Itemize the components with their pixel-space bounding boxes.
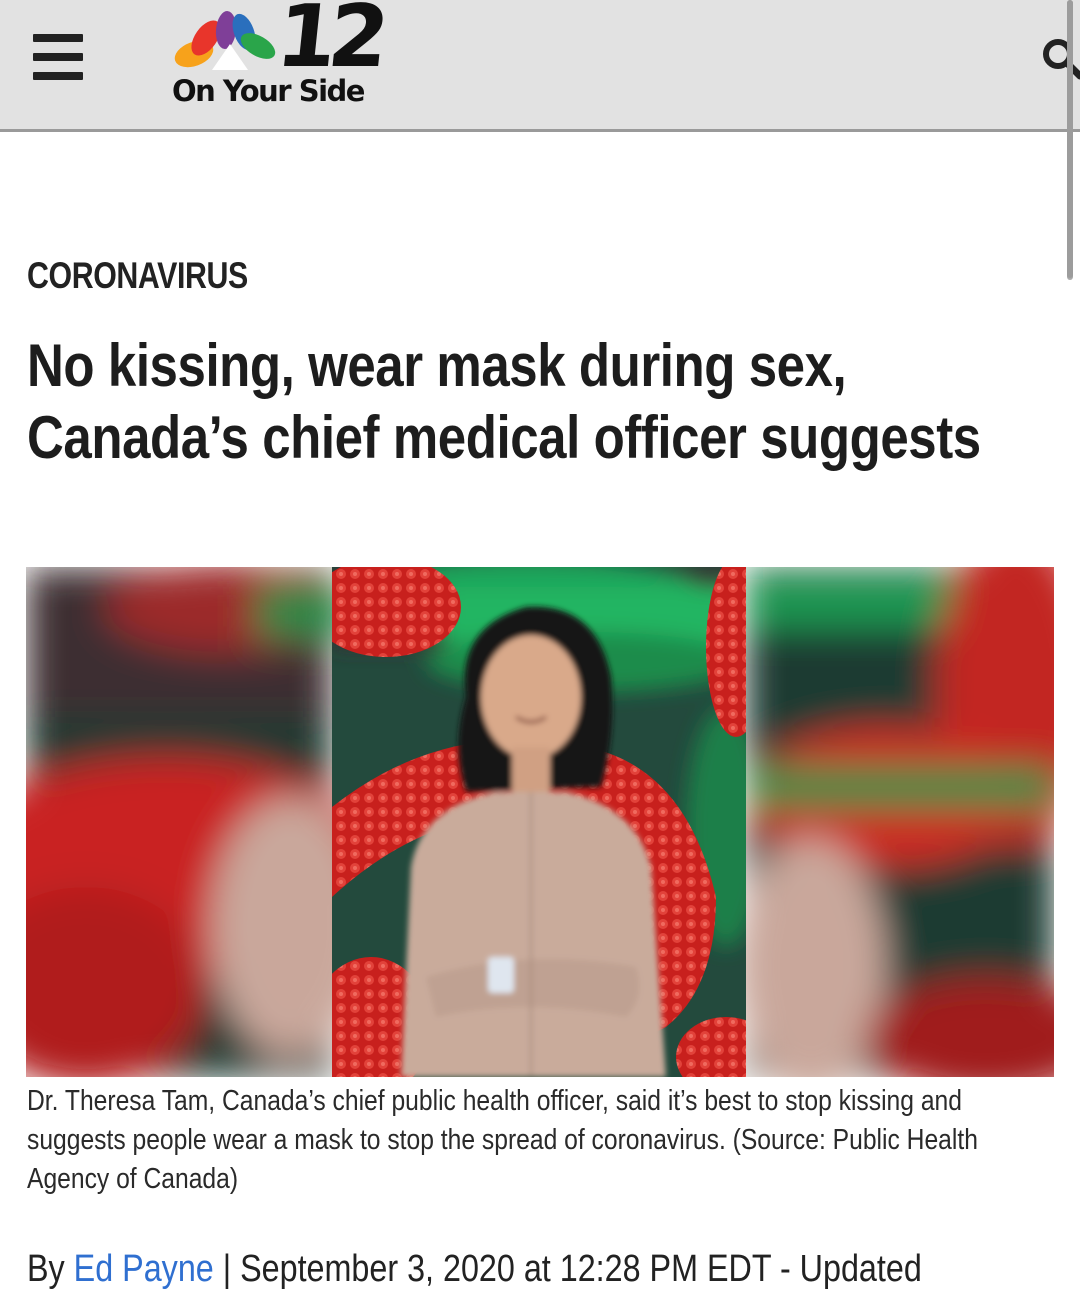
menu-bar — [33, 72, 83, 80]
hamburger-menu-icon[interactable] — [33, 34, 85, 80]
article-photo[interactable] — [26, 567, 1054, 1077]
menu-bar — [33, 53, 83, 61]
station-logo[interactable]: 12 On Your Side — [172, 0, 397, 108]
station-number: 12 — [271, 0, 386, 87]
scrollbar-thumb[interactable] — [1067, 0, 1073, 278]
station-tagline: On Your Side — [172, 74, 365, 108]
byline: By Ed Payne | September 3, 2020 at 12:28… — [27, 1248, 922, 1291]
search-icon[interactable] — [1040, 36, 1080, 80]
article-headline: No kissing, wear mask during sex, Canada… — [27, 332, 981, 471]
menu-bar — [33, 34, 83, 42]
site-header: 12 On Your Side — [0, 0, 1080, 132]
photo-caption: Dr. Theresa Tam, Canada’s chief public h… — [27, 1085, 978, 1195]
author-link[interactable]: Ed Payne — [74, 1248, 214, 1290]
byline-prefix: By — [27, 1248, 65, 1290]
category-label[interactable]: CORONAVIRUS — [27, 255, 248, 297]
publish-date: September 3, 2020 at 12:28 PM EDT - Upda… — [240, 1248, 922, 1290]
byline-separator: | — [222, 1248, 232, 1290]
